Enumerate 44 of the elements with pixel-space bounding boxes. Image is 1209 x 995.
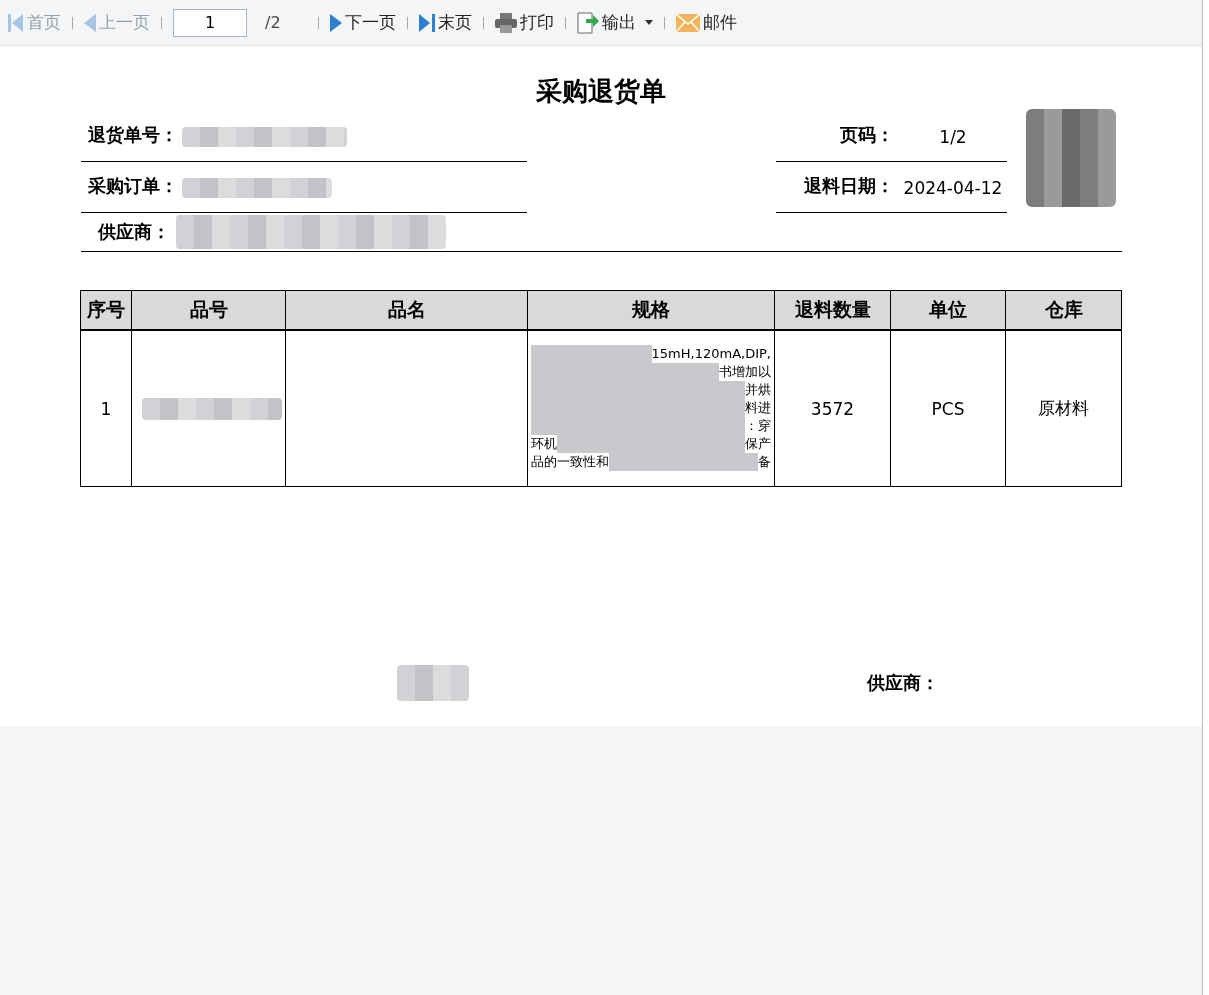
table-cell: 原材料 — [1005, 330, 1122, 487]
field-label: 退货单号： — [86, 123, 178, 147]
field-value: 2024-04-12 — [902, 178, 1004, 198]
last-page-icon — [419, 13, 435, 32]
field-label: 页码： — [838, 123, 895, 147]
next-button[interactable]: 下一页 — [328, 11, 398, 34]
column-header: 单位 — [890, 290, 1006, 330]
field-label: 采购订单： — [86, 174, 178, 198]
print-button[interactable]: 打印 — [493, 11, 556, 34]
spec-text: 保产 — [745, 435, 771, 453]
spec-text: 品的一致性和 — [531, 453, 609, 471]
table-cell: 3572 — [774, 330, 891, 487]
printer-icon — [495, 12, 517, 33]
export-document-icon — [577, 10, 599, 35]
mail-button[interactable]: 邮件 — [674, 11, 739, 34]
spec-text: 备 — [758, 453, 771, 471]
column-header: 仓库 — [1005, 290, 1122, 330]
spec-text: 环机 — [531, 435, 557, 453]
field-label: 供应商： — [866, 671, 939, 695]
envelope-icon — [676, 13, 700, 32]
field-label: 供应商： — [96, 220, 170, 244]
caret-icon — [645, 20, 653, 25]
table-cell: PCS — [890, 330, 1006, 487]
field-label: 退料日期： — [802, 174, 895, 198]
column-header: 序号 — [80, 290, 132, 330]
column-header: 退料数量 — [774, 290, 891, 330]
table-cell: 1 — [80, 330, 132, 487]
previous-icon — [84, 13, 96, 32]
export-button[interactable]: 输出 — [575, 10, 655, 35]
column-header: 品名 — [285, 290, 528, 330]
page-number-field[interactable]: 1 — [173, 8, 247, 37]
report-title: 采购退货单 — [536, 75, 666, 108]
column-header: 规格 — [527, 290, 775, 330]
field-value: 1/2 — [938, 127, 968, 147]
next-icon — [330, 13, 342, 32]
spec-text: 15mH,120mA,DIP, — [651, 345, 771, 363]
spec-text: 料进 — [745, 399, 771, 417]
spec-text: 并烘 — [745, 381, 771, 399]
last-button[interactable]: 末页 — [417, 11, 474, 34]
page-total: /2 — [264, 13, 282, 32]
first-page-icon — [8, 13, 24, 32]
column-header: 品号 — [131, 290, 286, 330]
spec-text: ：穿 — [745, 417, 771, 435]
spec-text: 书增加以 — [719, 363, 771, 381]
